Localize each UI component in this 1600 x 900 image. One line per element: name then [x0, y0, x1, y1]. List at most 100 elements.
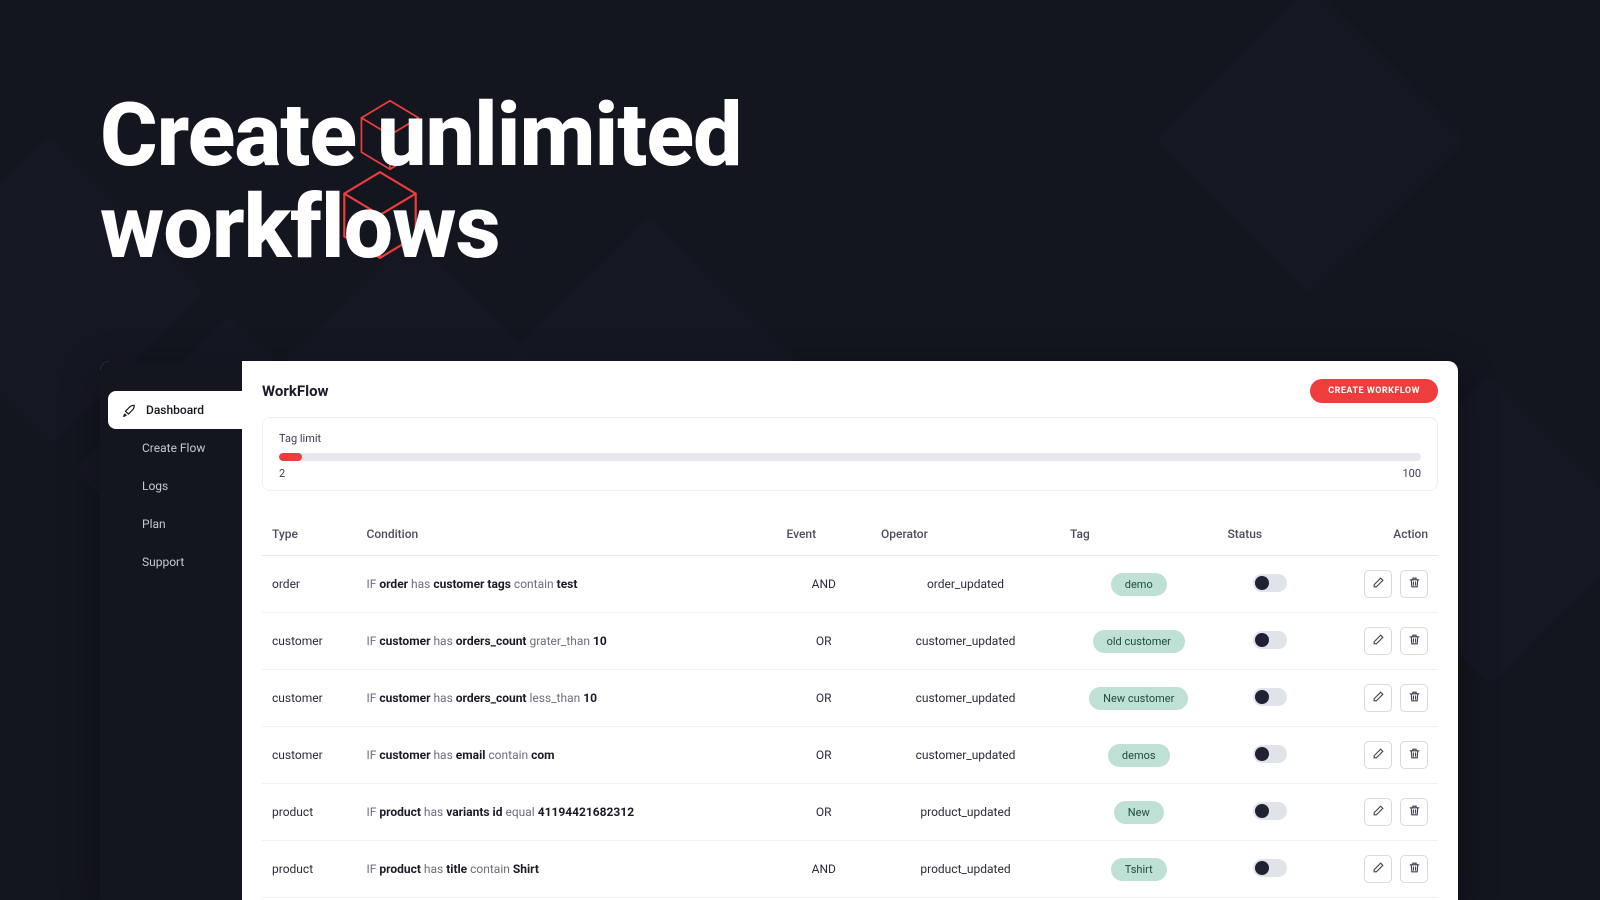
- page-title: WorkFlow: [262, 382, 329, 400]
- edit-button[interactable]: [1364, 570, 1392, 598]
- toggle-knob-icon: [1255, 747, 1269, 761]
- table-row: productIF product has title contain Shir…: [262, 841, 1438, 898]
- delete-button[interactable]: [1400, 741, 1428, 769]
- cell-tag: old customer: [1060, 613, 1218, 670]
- cell-operator: customer_updated: [871, 670, 1060, 727]
- cell-condition: IF customer has email contain com: [357, 727, 777, 784]
- tag-limit-max: 100: [1402, 467, 1421, 480]
- status-toggle[interactable]: [1253, 802, 1287, 820]
- tag-limit-current: 2: [279, 467, 285, 480]
- app-window: Dashboard Create Flow Logs Plan Support Work…: [100, 361, 1458, 900]
- tag-limit-bar: [279, 453, 1421, 461]
- sidebar-item-label: Plan: [142, 517, 166, 531]
- trash-icon: [1408, 804, 1421, 820]
- status-toggle[interactable]: [1253, 859, 1287, 877]
- table-row: customerIF customer has email contain co…: [262, 727, 1438, 784]
- cell-status: [1218, 613, 1323, 670]
- edit-button[interactable]: [1364, 627, 1392, 655]
- cell-condition: IF customer has orders_count less_than 1…: [357, 670, 777, 727]
- create-workflow-button[interactable]: CREATE WORKFLOW: [1310, 379, 1438, 403]
- delete-button[interactable]: [1400, 627, 1428, 655]
- status-toggle[interactable]: [1253, 745, 1287, 763]
- pencil-icon: [1372, 747, 1385, 763]
- toggle-knob-icon: [1255, 861, 1269, 875]
- cell-status: [1218, 841, 1323, 898]
- pencil-icon: [1372, 804, 1385, 820]
- cell-action: [1323, 727, 1439, 784]
- cell-event: OR: [777, 727, 872, 784]
- cell-condition: IF customer has orders_count grater_than…: [357, 613, 777, 670]
- edit-button[interactable]: [1364, 741, 1392, 769]
- cell-action: [1323, 613, 1439, 670]
- tag-pill: New customer: [1089, 687, 1188, 710]
- edit-button[interactable]: [1364, 855, 1392, 883]
- sidebar-item-support[interactable]: Support: [108, 543, 242, 581]
- delete-button[interactable]: [1400, 855, 1428, 883]
- rocket-icon: [122, 403, 136, 417]
- cell-event: OR: [777, 784, 872, 841]
- cell-condition: IF product has variants id equal 4119442…: [357, 784, 777, 841]
- edit-button[interactable]: [1364, 798, 1392, 826]
- col-header-status: Status: [1218, 513, 1323, 556]
- delete-button[interactable]: [1400, 570, 1428, 598]
- cell-condition: IF order has customer tags contain test: [357, 556, 777, 613]
- status-toggle[interactable]: [1253, 688, 1287, 706]
- pencil-icon: [1372, 576, 1385, 592]
- toggle-knob-icon: [1255, 633, 1269, 647]
- sidebar-item-label: Logs: [142, 479, 168, 493]
- cell-event: AND: [777, 841, 872, 898]
- col-header-type: Type: [262, 513, 357, 556]
- main-content: WorkFlow CREATE WORKFLOW Tag limit 2 100…: [242, 361, 1458, 900]
- delete-button[interactable]: [1400, 798, 1428, 826]
- hero-line-1: Create unlimited: [100, 90, 742, 182]
- cell-operator: product_updated: [871, 841, 1060, 898]
- bg-diamond: [1154, 0, 1465, 296]
- sidebar-item-plan[interactable]: Plan: [108, 505, 242, 543]
- cell-tag: Tshirt: [1060, 841, 1218, 898]
- edit-button[interactable]: [1364, 684, 1392, 712]
- sidebar-item-label: Create Flow: [142, 441, 205, 455]
- sidebar: Dashboard Create Flow Logs Plan Support: [100, 361, 242, 900]
- trash-icon: [1408, 747, 1421, 763]
- cell-action: [1323, 841, 1439, 898]
- col-header-tag: Tag: [1060, 513, 1218, 556]
- cell-status: [1218, 670, 1323, 727]
- tag-pill: old customer: [1093, 630, 1185, 653]
- sidebar-item-logs[interactable]: Logs: [108, 467, 242, 505]
- toggle-knob-icon: [1255, 690, 1269, 704]
- col-header-action: Action: [1323, 513, 1439, 556]
- cell-operator: product_updated: [871, 784, 1060, 841]
- tag-pill: demo: [1111, 573, 1167, 596]
- cell-status: [1218, 727, 1323, 784]
- hero-heading: Create unlimited workflows: [100, 90, 742, 275]
- status-toggle[interactable]: [1253, 574, 1287, 592]
- col-header-condition: Condition: [357, 513, 777, 556]
- sidebar-item-createflow[interactable]: Create Flow: [108, 429, 242, 467]
- tag-limit-bar-fill: [279, 453, 302, 461]
- cell-tag: demo: [1060, 556, 1218, 613]
- cell-status: [1218, 784, 1323, 841]
- tag-pill: New: [1114, 801, 1164, 824]
- trash-icon: [1408, 861, 1421, 877]
- table-row: productIF product has variants id equal …: [262, 784, 1438, 841]
- toggle-knob-icon: [1255, 804, 1269, 818]
- cell-type: product: [262, 841, 357, 898]
- hero-line-2: workflows: [100, 182, 742, 274]
- trash-icon: [1408, 576, 1421, 592]
- cell-status: [1218, 556, 1323, 613]
- sidebar-item-label: Dashboard: [146, 403, 204, 417]
- status-toggle[interactable]: [1253, 631, 1287, 649]
- cell-operator: order_updated: [871, 556, 1060, 613]
- cell-operator: customer_updated: [871, 727, 1060, 784]
- pencil-icon: [1372, 690, 1385, 706]
- workflow-table: Type Condition Event Operator Tag Status…: [262, 513, 1438, 898]
- cell-condition: IF product has title contain Shirt: [357, 841, 777, 898]
- cell-event: AND: [777, 556, 872, 613]
- cell-tag: New: [1060, 784, 1218, 841]
- cell-action: [1323, 670, 1439, 727]
- table-row: customerIF customer has orders_count les…: [262, 670, 1438, 727]
- sidebar-item-dashboard[interactable]: Dashboard: [108, 391, 242, 429]
- cell-event: OR: [777, 613, 872, 670]
- cell-type: customer: [262, 727, 357, 784]
- delete-button[interactable]: [1400, 684, 1428, 712]
